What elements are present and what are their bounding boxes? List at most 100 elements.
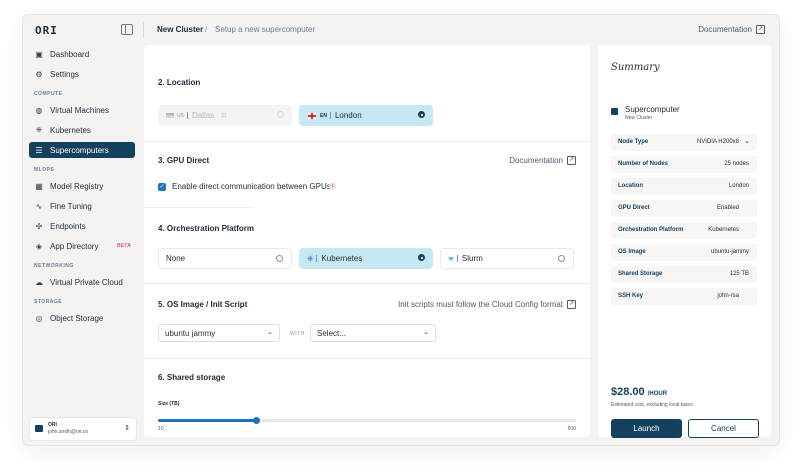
orchestration-title: 4. Orchestration Platform	[158, 224, 255, 233]
price-note: Estimated cost, excluding local taxes.	[611, 402, 695, 408]
kubernetes-icon: ⎈	[307, 253, 314, 263]
summary-row-shared-storage: Shared Storage 125 TB	[611, 266, 757, 283]
location-option-london[interactable]: EN London	[299, 105, 433, 126]
sidebar-item-settings[interactable]: ⚙ Settings	[29, 66, 135, 82]
ori-logo[interactable]: ORI	[35, 24, 58, 37]
os-image-value: ubuntu jammy	[165, 328, 216, 338]
us-flag-icon	[166, 113, 174, 118]
orchestration-option-slurm[interactable]: ≋ Slurm	[440, 248, 574, 269]
summary-value: john-rsa	[717, 293, 739, 299]
external-link-icon: ↗	[567, 300, 576, 309]
summary-key: Orchestration Platform	[618, 227, 684, 233]
external-link-icon: ↗	[567, 156, 576, 165]
summary-value: London	[728, 183, 749, 189]
section-label-storage: STORAGE	[34, 299, 63, 305]
app-window: ORI New Cluster / Setup a new supercompu…	[22, 14, 780, 446]
separator	[456, 255, 458, 262]
summary-key: SSH Key	[618, 293, 644, 299]
summary-product-sub: New Cluster	[625, 115, 653, 121]
sidebar-item-label: Dashboard	[50, 49, 90, 59]
sidebar-item-label: Virtual Machines	[50, 105, 109, 115]
cloud-icon: ☁	[35, 277, 43, 287]
storage-slider-thumb[interactable]	[253, 417, 260, 424]
storage-size-label: Size (TB)	[158, 401, 180, 407]
gpu-documentation-link[interactable]: Documentation ↗	[509, 156, 576, 165]
summary-value: NVIDIA H200x8	[696, 139, 739, 145]
section-label-mlops: MLOPS	[34, 167, 55, 173]
orchestration-option-kubernetes[interactable]: ⎈ Kubernetes	[299, 248, 433, 269]
orchestration-option-none[interactable]: None	[158, 248, 292, 269]
chevron-down-icon: ⌄	[267, 329, 273, 336]
orchestration-radio[interactable]	[276, 255, 283, 262]
orchestration-label: Kubernetes	[321, 254, 363, 263]
storage-slider-fill	[158, 419, 256, 422]
sidebar-toggle-icon[interactable]	[121, 24, 133, 35]
summary-row-orchestration: Orchestration Platform Kubernetes	[611, 222, 757, 239]
section-label-networking: NETWORKING	[34, 263, 74, 269]
info-icon[interactable]: i	[329, 183, 336, 190]
slurm-icon: ≋	[448, 255, 454, 263]
price-display: $28.00 /HOUR	[611, 386, 667, 398]
gpu-direct-checkbox[interactable]: ✓	[158, 183, 166, 191]
sidebar-item-virtual-machines[interactable]: ◍ Virtual Machines	[29, 102, 135, 118]
sidebar-item-kubernetes[interactable]: ⎈ Kubernetes	[29, 122, 135, 138]
sidebar-item-fine-tuning[interactable]: ∿ Fine Tuning	[29, 198, 135, 214]
storage-min-label: 10	[158, 426, 164, 432]
sidebar-item-dashboard[interactable]: ▣ Dashboard	[29, 46, 135, 62]
summary-panel: Summary Supercomputer New Cluster Node T…	[598, 45, 771, 438]
init-script-select[interactable]: Select... ⌄	[310, 324, 436, 342]
server-icon	[611, 108, 618, 115]
account-name: ORI	[48, 422, 57, 428]
section-label-compute: COMPUTE	[34, 91, 63, 97]
summary-title: Summary	[611, 62, 660, 73]
summary-key: GPU Direct	[618, 205, 650, 211]
storage-max-label: 500	[567, 426, 576, 432]
location-option-dallas: US Dallas ⊡	[158, 105, 292, 126]
storage-icon: ◎	[35, 313, 43, 323]
sidebar-item-app-directory[interactable]: ◈ App Directory BETA	[29, 238, 135, 254]
section-divider	[144, 358, 590, 359]
summary-row-number-of-nodes: Number of Nodes 25 nodes	[611, 156, 757, 173]
org-icon	[35, 425, 43, 432]
summary-row-node-type[interactable]: Node Type NVIDIA H200x8 ⌄	[611, 134, 757, 151]
account-switcher[interactable]: ORI john.smith@ori.co ⇕	[29, 417, 137, 441]
section-divider	[144, 141, 590, 142]
header-documentation-label: Documentation	[698, 25, 752, 34]
shared-storage-title: 6. Shared storage	[158, 373, 226, 382]
sidebar-item-virtual-private-cloud[interactable]: ☁ Virtual Private Cloud	[29, 274, 135, 290]
sidebar-item-label: Kubernetes	[50, 125, 91, 135]
section-divider	[144, 283, 590, 284]
summary-key: Location	[618, 183, 643, 189]
location-title: 2. Location	[158, 78, 201, 87]
orchestration-radio[interactable]	[558, 255, 565, 262]
main-form: 2. Location US Dallas ⊡ EN London 3. GPU…	[144, 45, 590, 437]
sidebar-item-object-storage[interactable]: ◎ Object Storage	[29, 310, 135, 326]
price-amount: $28.00	[611, 386, 645, 398]
summary-row-os-image: OS Image ubuntu-jammy	[611, 244, 757, 261]
sidebar-item-endpoints[interactable]: ✣ Endpoints	[29, 218, 135, 234]
tuning-icon: ∿	[35, 201, 43, 211]
cancel-button[interactable]: Cancel	[688, 419, 759, 438]
chevron-down-icon: ⌄	[744, 138, 750, 145]
app-icon: ◈	[35, 241, 43, 251]
sidebar-item-supercomputers[interactable]: ☰ Supercomputers	[29, 142, 135, 158]
orchestration-radio-selected[interactable]	[418, 254, 425, 261]
uk-flag-icon	[307, 111, 317, 120]
storage-slider[interactable]	[158, 417, 576, 424]
sidebar-item-model-registry[interactable]: ▦ Model Registry	[29, 178, 135, 194]
gpu-documentation-label: Documentation	[509, 156, 563, 165]
server-icon: ☰	[35, 145, 43, 155]
header-documentation-link[interactable]: Documentation ↗	[698, 25, 765, 34]
location-code: US	[177, 112, 184, 119]
summary-key: Shared Storage	[618, 271, 663, 277]
os-image-select[interactable]: ubuntu jammy ⌄	[158, 324, 280, 342]
separator	[316, 255, 318, 262]
cloud-config-link[interactable]: Init scripts must follow the Cloud Confi…	[398, 300, 576, 309]
location-radio-selected[interactable]	[418, 111, 425, 118]
chevron-down-icon: ⌄	[423, 329, 429, 336]
grid-icon: ▦	[35, 181, 43, 191]
launch-button[interactable]: Launch	[611, 419, 682, 438]
location-code: EN	[320, 112, 327, 119]
summary-value: Kubernetes	[708, 227, 739, 233]
kubernetes-icon: ⎈	[35, 125, 43, 134]
